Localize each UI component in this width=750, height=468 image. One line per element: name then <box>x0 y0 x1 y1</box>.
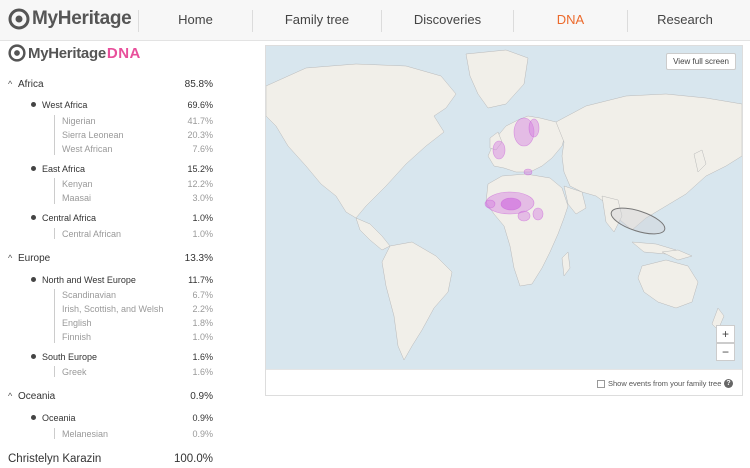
show-events-checkbox[interactable] <box>597 380 605 388</box>
subregion-east-africa[interactable]: East Africa <box>31 164 85 174</box>
zoom-out-button[interactable]: − <box>716 343 735 361</box>
landmass-africa <box>485 173 569 287</box>
subregion-percent: 1.0% <box>192 213 213 223</box>
ethnicity-item: Melanesian <box>62 429 109 439</box>
subregion-central-africa[interactable]: Central Africa <box>31 213 96 223</box>
bullet-icon <box>31 102 36 107</box>
ethnicity-item: Scandinavian <box>62 290 117 300</box>
tree-connector <box>54 428 55 439</box>
bullet-icon <box>31 415 36 420</box>
ethnicity-percent: 20.3% <box>187 130 213 140</box>
subregion-west-africa[interactable]: West Africa <box>31 100 87 110</box>
help-icon[interactable]: ? <box>724 379 733 388</box>
subregion-north-west-europe[interactable]: North and West Europe <box>31 275 136 285</box>
subregion-percent: 69.6% <box>187 100 213 110</box>
ethnicity-item: Finnish <box>62 332 92 342</box>
ethnicity-item: Kenyan <box>62 179 93 189</box>
region-africa[interactable]: ^ Africa <box>8 79 44 90</box>
landmass-australia <box>637 259 699 309</box>
profile-name: Christelyn Karazin <box>8 453 102 465</box>
ethnicity-item: Irish, Scottish, and Welsh <box>62 304 164 314</box>
ethnicity-percent: 1.6% <box>192 367 213 377</box>
landmass-greenland <box>465 49 529 109</box>
highlight-kenya <box>532 207 544 221</box>
view-full-screen-button[interactable]: View full screen <box>666 53 736 70</box>
myheritage-logo[interactable]: MyHeritage <box>8 8 132 30</box>
landmass-new-guinea <box>661 249 693 261</box>
subregion-percent: 15.2% <box>187 164 213 174</box>
chevron-up-icon: ^ <box>8 391 13 401</box>
ethnicity-percent: 2.2% <box>192 304 213 314</box>
myheritage-dna-logo: MyHeritage DNA <box>8 44 141 62</box>
chevron-up-icon: ^ <box>8 253 13 263</box>
zoom-in-button[interactable]: + <box>716 325 735 343</box>
chevron-up-icon: ^ <box>8 79 13 89</box>
ethnicity-percent: 6.7% <box>192 290 213 300</box>
subregion-percent: 0.9% <box>192 413 213 423</box>
ethnicity-percent: 3.0% <box>192 193 213 203</box>
bullet-icon <box>31 215 36 220</box>
ethnicity-item: Maasai <box>62 193 92 203</box>
total-percent: 100.0% <box>173 453 213 465</box>
ethnicity-item: West African <box>62 144 113 154</box>
highlight-british-isles <box>492 140 506 160</box>
subregion-south-europe[interactable]: South Europe <box>31 352 97 362</box>
ethnicity-percent: 7.6% <box>192 144 213 154</box>
ethnicity-percent: 41.7% <box>187 116 213 126</box>
nav-dna[interactable]: DNA <box>514 12 627 27</box>
ethnicity-percent: 0.9% <box>192 429 213 439</box>
landmass-madagascar <box>561 251 571 277</box>
region-percent: 0.9% <box>190 391 213 402</box>
nav-discoveries[interactable]: Discoveries <box>382 12 513 27</box>
highlight-greece <box>523 168 533 176</box>
nav-family-tree[interactable]: Family tree <box>253 12 381 27</box>
logo-mark-icon <box>8 8 30 30</box>
highlight-central-africa <box>517 210 531 222</box>
ethnicity-item: Greek <box>62 367 87 377</box>
region-percent: 85.8% <box>184 79 213 90</box>
region-percent: 13.3% <box>184 253 213 264</box>
world-map[interactable]: View full screen + − <box>266 46 742 369</box>
subregion-percent: 11.7% <box>188 275 213 285</box>
subregion-oceania[interactable]: Oceania <box>31 413 76 423</box>
nav-research[interactable]: Research <box>628 12 742 27</box>
landmass-asia <box>555 93 742 231</box>
subregion-percent: 1.6% <box>192 352 213 362</box>
ethnicity-item: Central African <box>62 229 122 239</box>
tree-connector <box>54 289 55 343</box>
bullet-icon <box>31 166 36 171</box>
ethnicity-item: English <box>62 318 92 328</box>
tree-connector <box>54 115 55 155</box>
landmass-north-america <box>266 63 457 219</box>
ethnicity-percent: 1.0% <box>192 229 213 239</box>
ethnicity-map-panel: View full screen + − Show events from yo… <box>265 45 743 396</box>
landmass-south-america <box>381 241 453 361</box>
show-events-label[interactable]: Show events from your family tree <box>608 379 721 388</box>
highlight-sierra-leone <box>484 199 496 209</box>
logo-mark-icon <box>8 44 26 62</box>
dna-wordmark: DNA <box>106 44 141 62</box>
ethnicity-item: Sierra Leonean <box>62 130 124 140</box>
top-nav: MyHeritage Home Family tree Discoveries … <box>0 0 750 41</box>
tree-connector <box>54 178 55 204</box>
region-oceania[interactable]: ^ Oceania <box>8 391 55 402</box>
logo-text: MyHeritage <box>28 44 106 62</box>
logo-text: MyHeritage <box>32 8 132 29</box>
ethnicity-percent: 1.0% <box>192 332 213 342</box>
bullet-icon <box>31 277 36 282</box>
region-europe[interactable]: ^ Europe <box>8 253 50 264</box>
tree-connector <box>54 228 55 239</box>
ethnicity-item: Nigerian <box>62 116 96 126</box>
highlight-finland <box>528 118 540 138</box>
nav-home[interactable]: Home <box>139 12 252 27</box>
tree-connector <box>54 366 55 377</box>
highlight-nigeria <box>500 197 522 211</box>
map-footer: Show events from your family tree ? <box>266 369 742 395</box>
ethnicity-percent: 12.2% <box>187 179 213 189</box>
bullet-icon <box>31 354 36 359</box>
world-map-graphic <box>266 49 742 361</box>
ethnicity-percent: 1.8% <box>192 318 213 328</box>
landmass-central-america <box>355 217 391 251</box>
